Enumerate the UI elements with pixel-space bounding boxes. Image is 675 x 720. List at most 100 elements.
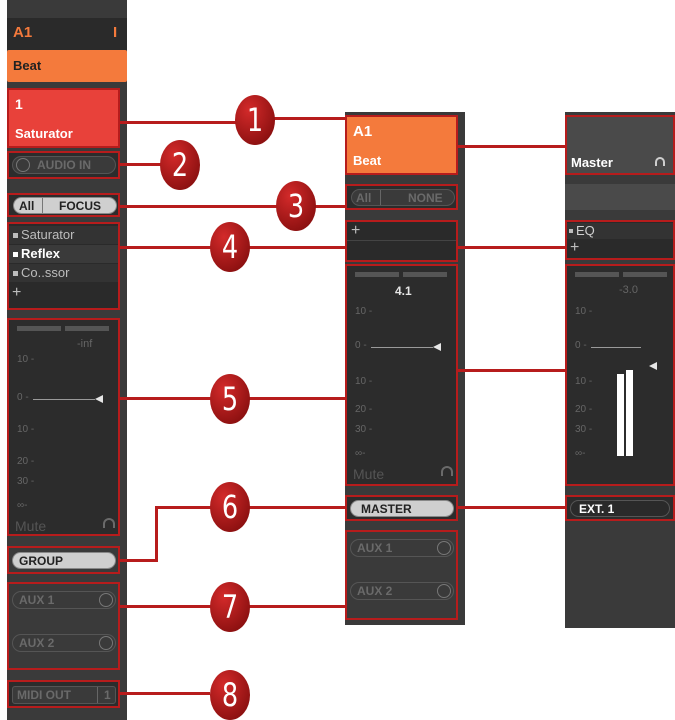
plugin-slot-3-label: Co..ssor xyxy=(21,265,70,280)
callout-badge-3: 3 xyxy=(276,181,316,231)
mid-aux-2-knob-icon[interactable] xyxy=(437,584,451,598)
left-focus-mode-label[interactable]: FOCUS xyxy=(59,199,101,213)
master-headphones-icon[interactable] xyxy=(655,157,665,166)
left-fader-knob[interactable] xyxy=(95,395,103,403)
mid-level-meter-r xyxy=(403,272,447,277)
callout-1-line-master xyxy=(458,145,565,148)
left-mute-button[interactable]: Mute xyxy=(15,518,46,534)
left-aux-2-send[interactable]: AUX 2 xyxy=(12,634,116,652)
master-plugin-slot-1[interactable]: EQ xyxy=(567,223,673,239)
midi-out-channel: 1 xyxy=(104,688,111,702)
left-aux-1-send[interactable]: AUX 1 xyxy=(12,591,116,609)
mid-headphones-icon[interactable] xyxy=(441,466,453,476)
master-tick-m30: 30 - xyxy=(575,424,593,435)
midi-out-divider xyxy=(97,687,98,703)
left-tick-0: 0 - xyxy=(17,392,29,403)
callout-badge-4: 4 xyxy=(210,222,250,272)
mid-tick-m10: 10 - xyxy=(355,376,373,387)
left-plugin-list: Saturator Reflex Co..ssor + xyxy=(7,222,120,310)
mid-aux-1-send[interactable]: AUX 1 xyxy=(350,539,454,557)
master-fader-knob[interactable] xyxy=(649,362,657,370)
callout-6-line-right xyxy=(458,506,565,509)
left-header-bar: A1 I xyxy=(7,18,127,50)
sound-slot-tile[interactable]: 1 Saturator xyxy=(7,88,120,148)
mid-fader-knob[interactable] xyxy=(433,343,441,351)
mid-group-tile[interactable]: A1 Beat xyxy=(345,115,458,175)
mid-focus-toggle[interactable]: All NONE xyxy=(351,189,455,206)
left-aux-1-knob-icon[interactable] xyxy=(99,593,113,607)
mid-plugin-divider xyxy=(347,240,456,241)
left-group-name-tile[interactable]: Beat xyxy=(7,50,127,82)
mid-fader-track xyxy=(371,347,433,348)
callout-5-line-right xyxy=(458,369,565,372)
left-level-readout: -inf xyxy=(77,338,93,350)
left-level-section: -inf 10 - 0 - 10 - 20 - 30 - ∞- Mute xyxy=(7,318,120,536)
audio-in-label: AUDIO IN xyxy=(37,158,91,172)
master-meter-bar-left xyxy=(617,374,624,456)
plugin-slot-2[interactable]: Reflex xyxy=(9,245,118,263)
left-tick-inf: ∞- xyxy=(17,500,28,511)
left-tick-m20: 20 - xyxy=(17,456,35,467)
left-tick-m30: 30 - xyxy=(17,476,35,487)
mid-output-button[interactable]: MASTER xyxy=(350,500,454,517)
callout-badge-7: 7 xyxy=(210,582,250,632)
master-add-plugin-button[interactable]: + xyxy=(570,239,579,257)
master-tick-10: 10 - xyxy=(575,306,593,317)
sound-slot-name: Saturator xyxy=(15,126,73,141)
left-output-section: GROUP xyxy=(7,546,120,574)
mid-focus-all-label[interactable]: All xyxy=(356,191,371,205)
mid-group-name: Beat xyxy=(353,153,382,168)
midi-out-label: MIDI OUT xyxy=(17,688,71,702)
master-tile[interactable]: Master xyxy=(565,115,675,175)
left-tick-m10: 10 - xyxy=(17,424,35,435)
master-tick-m10: 10 - xyxy=(575,376,593,387)
plugin-slot-3[interactable]: Co..ssor xyxy=(9,264,118,282)
mid-focus-divider xyxy=(380,190,381,205)
mid-tick-inf: ∞- xyxy=(355,448,366,459)
left-focus-toggle[interactable]: All FOCUS xyxy=(13,197,117,214)
headphones-icon[interactable] xyxy=(103,518,115,528)
master-label: Master xyxy=(571,155,613,170)
left-group-name: Beat xyxy=(13,58,42,73)
left-focus-section: All FOCUS xyxy=(7,193,120,217)
master-output-button[interactable]: EXT. 1 xyxy=(570,500,670,517)
callout-badge-1: 1 xyxy=(235,95,275,145)
left-aux-2-knob-icon[interactable] xyxy=(99,636,113,650)
knob-icon xyxy=(16,158,30,172)
plugin-slot-1[interactable]: Saturator xyxy=(9,226,118,244)
midi-out-section: MIDI OUT 1 xyxy=(7,680,120,708)
mid-level-meter-l xyxy=(355,272,399,277)
left-output-button[interactable]: GROUP xyxy=(12,552,116,569)
left-aux-2-label: AUX 2 xyxy=(19,636,55,650)
left-fader-track xyxy=(33,399,95,400)
left-focus-all-label[interactable]: All xyxy=(19,199,34,213)
mid-output-label: MASTER xyxy=(361,502,412,516)
mid-output-section: MASTER xyxy=(345,495,458,521)
midi-out-button[interactable]: MIDI OUT 1 xyxy=(12,686,116,704)
left-output-label: GROUP xyxy=(19,554,64,568)
mid-mute-button[interactable]: Mute xyxy=(353,466,384,482)
plugin-slot-1-bullet xyxy=(13,233,18,238)
audio-in-button[interactable]: AUDIO IN xyxy=(12,156,116,174)
master-output-label: EXT. 1 xyxy=(579,502,615,516)
master-plugin-bullet xyxy=(569,229,573,233)
master-plugin-list: EQ + xyxy=(565,220,675,260)
left-aux-section: AUX 1 AUX 2 xyxy=(7,582,120,670)
left-level-meter-l xyxy=(17,326,61,331)
mid-tick-10: 10 - xyxy=(355,306,373,317)
callout-badge-5: 5 xyxy=(210,374,250,424)
mid-aux-1-label: AUX 1 xyxy=(357,541,393,555)
left-level-meter-r xyxy=(65,326,109,331)
left-header-marker: I xyxy=(113,24,118,41)
mid-aux-1-knob-icon[interactable] xyxy=(437,541,451,555)
mid-add-plugin-button[interactable]: + xyxy=(351,222,360,240)
master-level-meter-l xyxy=(575,272,619,277)
master-tick-0: 0 - xyxy=(575,340,587,351)
callout-8-line xyxy=(120,692,210,695)
callout-badge-6: 6 xyxy=(210,482,250,532)
master-level-meter-r xyxy=(623,272,667,277)
mid-aux-2-send[interactable]: AUX 2 xyxy=(350,582,454,600)
master-level-section: -3.0 10 - 0 - 10 - 20 - 30 - ∞- xyxy=(565,264,675,486)
left-add-plugin-button[interactable]: + xyxy=(12,284,21,302)
mid-focus-mode-label[interactable]: NONE xyxy=(408,191,443,205)
